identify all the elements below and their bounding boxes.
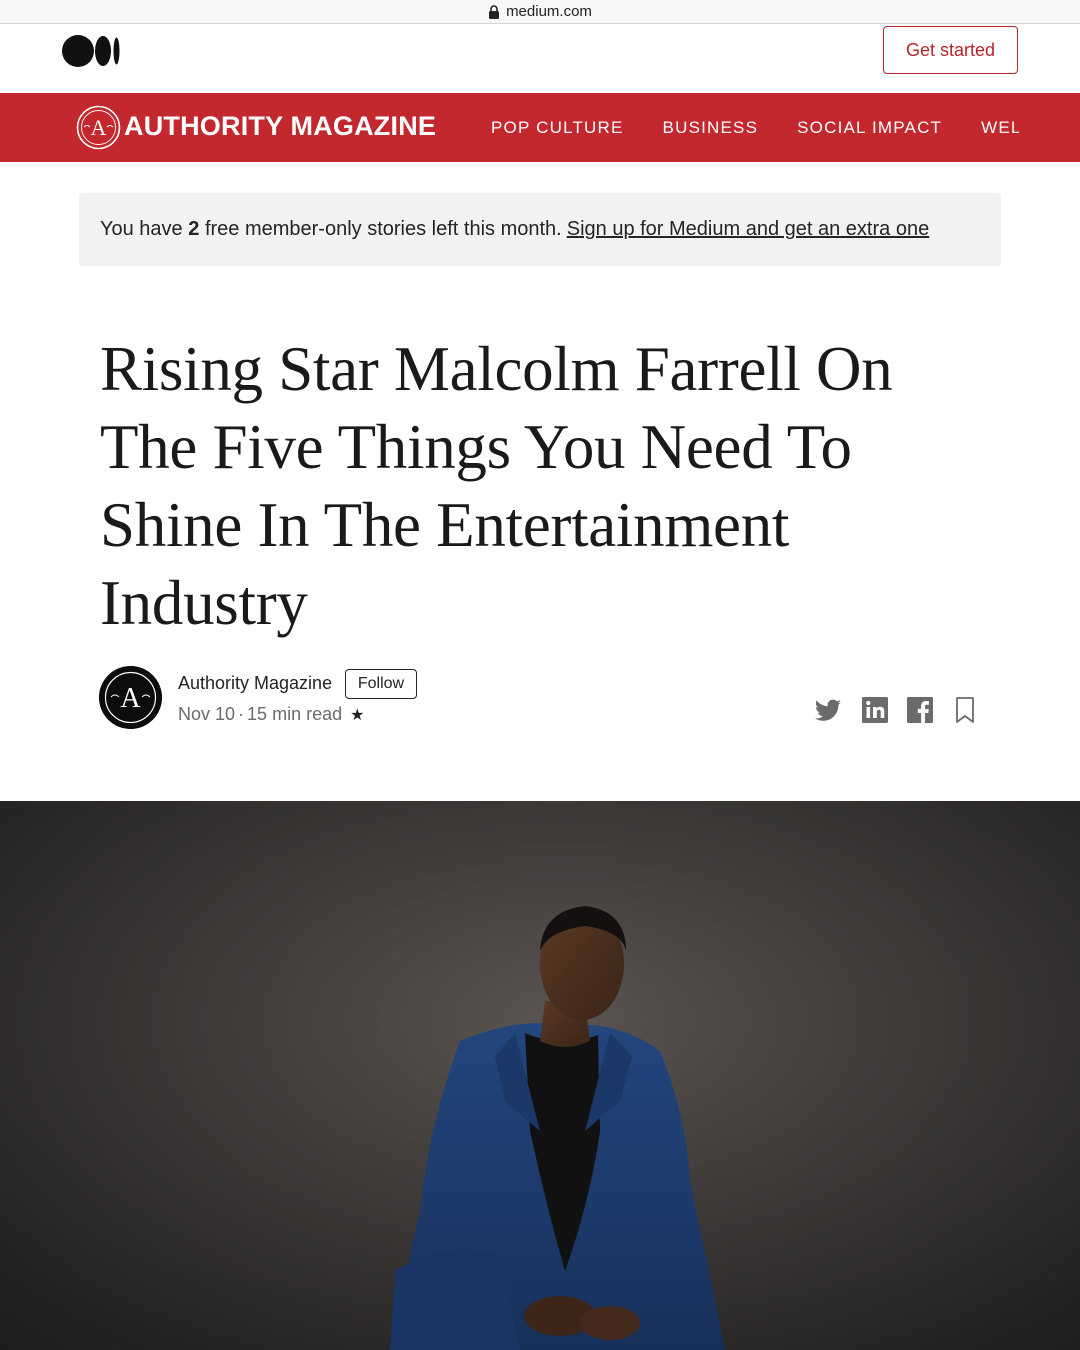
publication-tabs: POP CULTURE BUSINESS SOCIAL IMPACT WELLN… bbox=[491, 93, 1019, 162]
hero-portrait-image bbox=[0, 801, 1080, 1350]
avatar[interactable]: A bbox=[99, 666, 162, 729]
lock-icon bbox=[489, 4, 500, 19]
follow-button[interactable]: Follow bbox=[345, 669, 417, 699]
tab-business[interactable]: BUSINESS bbox=[663, 118, 759, 138]
twitter-icon[interactable] bbox=[813, 695, 843, 725]
meta-separator: · bbox=[238, 704, 245, 724]
article-meta: Nov 10 · 15 min read ★ bbox=[178, 704, 364, 725]
authority-emblem-icon[interactable]: A bbox=[76, 105, 121, 150]
tab-wellness[interactable]: WELLNESS bbox=[981, 118, 1019, 138]
publication-name[interactable]: AUTHORITY MAGAZINE bbox=[124, 111, 436, 142]
bookmark-icon[interactable] bbox=[950, 695, 980, 725]
medium-logo-icon[interactable] bbox=[62, 35, 122, 67]
site-header: Get started bbox=[0, 24, 1080, 93]
read-time: 15 min read bbox=[247, 704, 343, 724]
svg-text:A: A bbox=[91, 115, 107, 140]
get-started-button[interactable]: Get started bbox=[883, 26, 1018, 74]
signup-link[interactable]: Sign up for Medium and get an extra one bbox=[567, 218, 929, 241]
facebook-icon[interactable] bbox=[905, 695, 935, 725]
svg-text:A: A bbox=[120, 683, 141, 714]
member-stories-banner: You have 2 free member-only stories left… bbox=[79, 193, 1001, 266]
publication-nav: A AUTHORITY MAGAZINE POP CULTURE BUSINES… bbox=[0, 93, 1080, 162]
banner-count: 2 bbox=[188, 218, 200, 240]
article-title: Rising Star Malcolm Farrell On The Five … bbox=[100, 334, 893, 638]
author-name[interactable]: Authority Magazine bbox=[178, 673, 332, 694]
tab-social-impact[interactable]: SOCIAL IMPACT bbox=[797, 118, 942, 138]
linkedin-icon[interactable] bbox=[860, 695, 890, 725]
url-text: medium.com bbox=[506, 3, 592, 20]
banner-text-after: free member-only stories left this month… bbox=[204, 218, 562, 240]
publish-date: Nov 10 bbox=[178, 704, 236, 724]
member-star-icon: ★ bbox=[350, 706, 365, 724]
browser-url-bar[interactable]: medium.com bbox=[0, 0, 1080, 24]
banner-text-before: You have bbox=[100, 218, 183, 240]
tab-pop-culture[interactable]: POP CULTURE bbox=[491, 118, 624, 138]
